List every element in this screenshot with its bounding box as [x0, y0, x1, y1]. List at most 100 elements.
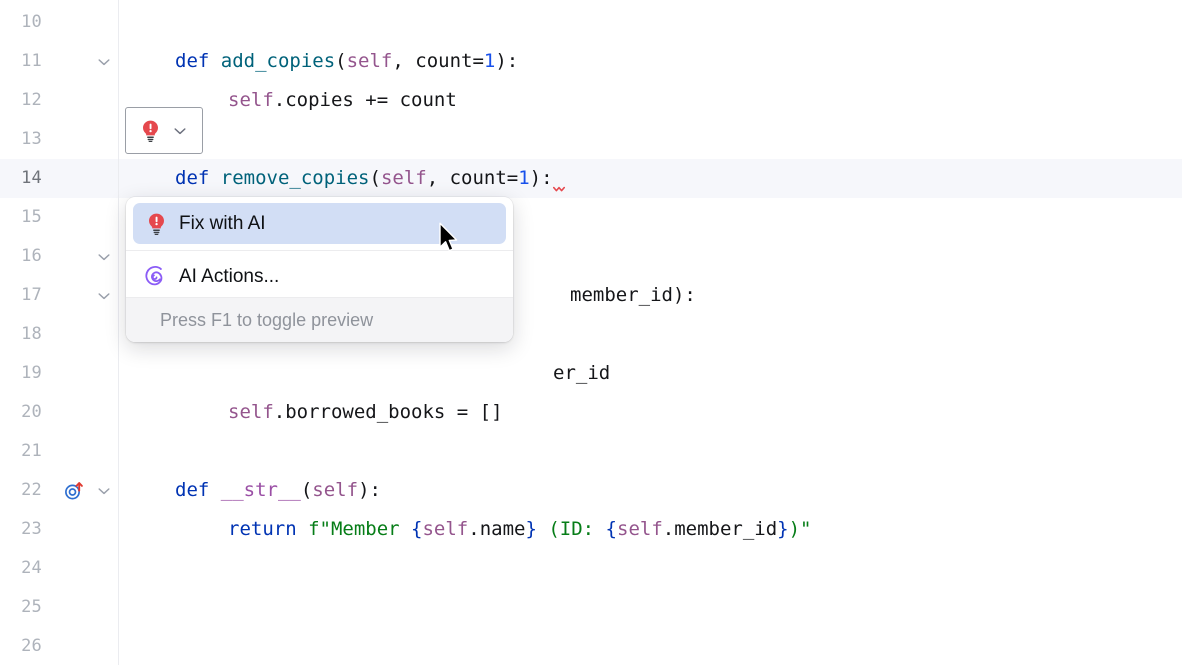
editor-line[interactable]: 19 er_id: [0, 354, 1182, 393]
line-gutter[interactable]: 22: [0, 471, 118, 510]
line-gutter[interactable]: 23: [0, 510, 118, 549]
menu-item-icon: [145, 265, 167, 288]
code-line-text[interactable]: def add_copies(self, count=1):: [118, 42, 1182, 81]
ai-popup-item-list: Fix with AI AI Actions...: [126, 203, 513, 297]
chevron-down-icon[interactable]: [172, 123, 188, 139]
ai-intention-popup[interactable]: Fix with AI AI Actions... Press F1 to tog…: [126, 197, 513, 342]
code-token: ):: [495, 50, 519, 72]
editor-line[interactable]: 10: [0, 3, 1182, 42]
line-gutter[interactable]: 19: [0, 354, 118, 393]
code-token: def: [175, 479, 221, 501]
code-token: return: [228, 518, 309, 540]
code-token: self: [422, 518, 469, 540]
editor-line[interactable]: 25: [0, 588, 1182, 627]
line-number: 21: [21, 441, 42, 461]
line-gutter[interactable]: 24: [0, 549, 118, 588]
line-number: 14: [21, 168, 42, 188]
line-gutter[interactable]: 17: [0, 276, 118, 315]
code-token: .member_id: [662, 518, 778, 540]
fold-toggle[interactable]: [96, 288, 112, 304]
line-gutter[interactable]: 16: [0, 237, 118, 276]
code-token: (: [335, 50, 347, 72]
code-token: member_id):: [570, 284, 696, 306]
editor-line[interactable]: 20 self.borrowed_books = []: [0, 393, 1182, 432]
code-token: def: [175, 167, 221, 189]
code-token: }: [777, 518, 789, 540]
fold-toggle[interactable]: [96, 54, 112, 70]
ai-popup-item[interactable]: Fix with AI: [133, 203, 506, 244]
gutter-mark[interactable]: [63, 480, 85, 502]
code-token: .name: [468, 518, 526, 540]
editor-line[interactable]: 11 def add_copies(self, count=1):: [0, 42, 1182, 81]
line-number: 17: [21, 285, 42, 305]
code-token: __str__: [220, 479, 301, 501]
error-squiggle: [552, 186, 567, 192]
code-line-text[interactable]: def remove_copies(self, count=1):: [118, 159, 1182, 198]
line-number: 20: [21, 402, 42, 422]
line-number: 24: [21, 558, 42, 578]
code-token: {: [411, 518, 423, 540]
editor-line[interactable]: 21: [0, 432, 1182, 471]
code-token: f"Member: [308, 518, 412, 540]
editor-line[interactable]: 14 def remove_copies(self, count=1):: [0, 159, 1182, 198]
code-token: )": [788, 518, 812, 540]
code-token: self: [380, 167, 427, 189]
editor-line[interactable]: 23 return f"Member {self.name} (ID: {self…: [0, 510, 1182, 549]
code-token: , count=: [392, 50, 484, 72]
line-gutter[interactable]: 12: [0, 81, 118, 120]
ai-popup-item[interactable]: AI Actions...: [133, 256, 506, 297]
code-line-text[interactable]: [118, 627, 1182, 666]
code-token: add_copies: [220, 50, 336, 72]
editor-line[interactable]: 24: [0, 549, 1182, 588]
line-gutter[interactable]: 21: [0, 432, 118, 471]
editor-line[interactable]: 26: [0, 627, 1182, 666]
line-gutter[interactable]: 18: [0, 315, 118, 354]
code-line-text[interactable]: [118, 588, 1182, 627]
chevron-down-icon[interactable]: [96, 54, 112, 70]
code-token: (: [300, 479, 313, 501]
code-token: 1: [518, 167, 530, 189]
code-token: self: [228, 89, 274, 111]
chevron-down-icon[interactable]: [96, 483, 112, 499]
line-gutter[interactable]: 20: [0, 393, 118, 432]
code-line-text[interactable]: [118, 549, 1182, 588]
fold-toggle[interactable]: [96, 483, 112, 499]
intention-bulb-widget[interactable]: [125, 107, 203, 154]
chevron-down-icon[interactable]: [96, 288, 112, 304]
line-gutter[interactable]: 25: [0, 588, 118, 627]
line-number: 15: [21, 207, 42, 227]
code-line-text[interactable]: [118, 120, 1182, 159]
override-method-icon[interactable]: [63, 481, 85, 506]
line-number: 26: [21, 636, 42, 656]
chevron-down-icon[interactable]: [96, 249, 112, 265]
code-line-text[interactable]: self.borrowed_books = []: [118, 393, 1182, 432]
line-gutter[interactable]: 14: [0, 159, 118, 198]
code-line-text[interactable]: [118, 432, 1182, 471]
line-gutter[interactable]: 10: [0, 3, 118, 42]
code-line-text[interactable]: def __str__(self):: [118, 471, 1182, 510]
gutter-separator: [118, 0, 119, 665]
menu-separator: [126, 250, 513, 251]
line-number: 19: [21, 363, 42, 383]
line-number: 23: [21, 519, 42, 539]
code-token: ):: [529, 167, 553, 189]
line-gutter[interactable]: 26: [0, 627, 118, 666]
code-token: .copies += count: [273, 89, 457, 111]
error-bulb-icon: [147, 213, 166, 235]
line-gutter[interactable]: 11: [0, 42, 118, 81]
code-line-text[interactable]: er_id: [118, 354, 1182, 393]
code-token: {: [605, 518, 617, 540]
line-gutter[interactable]: 15: [0, 198, 118, 237]
code-token: ):: [358, 479, 381, 501]
code-token: def: [175, 50, 221, 72]
code-token: 1: [483, 50, 496, 72]
fold-toggle[interactable]: [96, 249, 112, 265]
code-line-text[interactable]: [118, 3, 1182, 42]
code-token: (: [369, 167, 381, 189]
code-line-text[interactable]: self.copies += count: [118, 81, 1182, 120]
line-gutter[interactable]: 13: [0, 120, 118, 159]
line-number: 11: [21, 51, 42, 71]
editor-line[interactable]: 22 def __str__(self):: [0, 471, 1182, 510]
code-line-text[interactable]: return f"Member {self.name} (ID: {self.m…: [118, 510, 1182, 549]
popup-hint-label: Press F1 to toggle preview: [160, 309, 374, 330]
